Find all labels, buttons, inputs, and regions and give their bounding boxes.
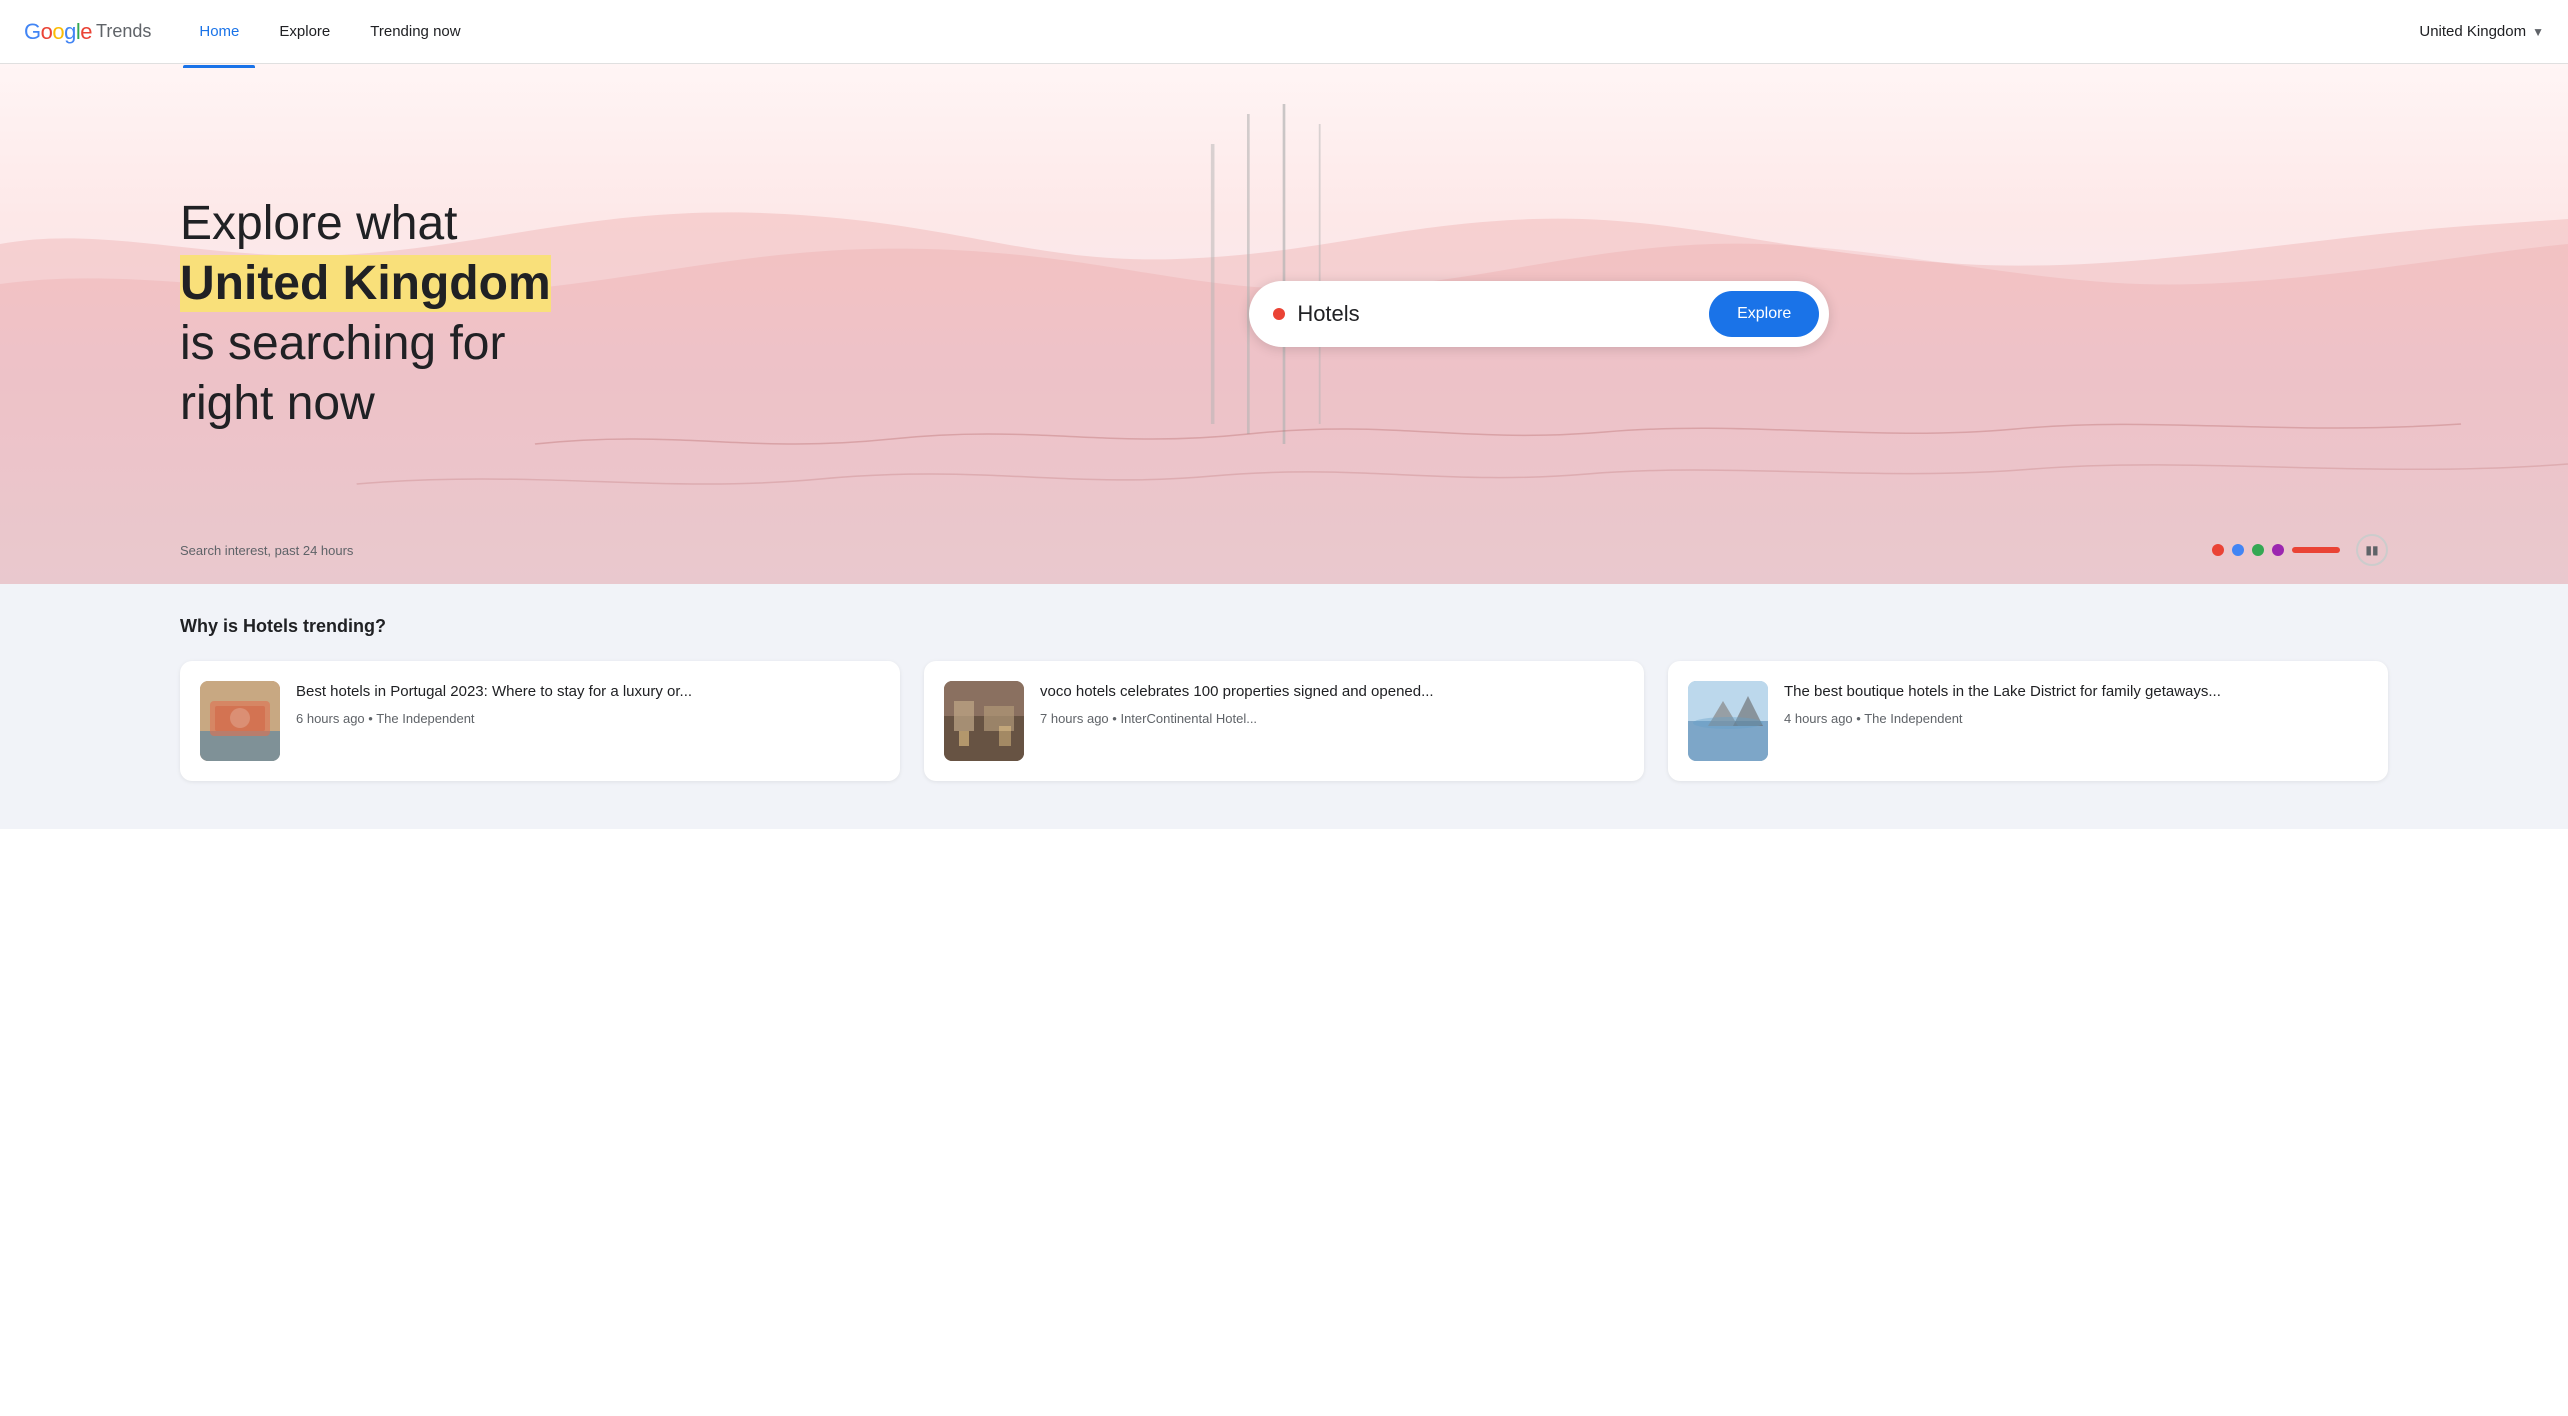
hero-headline: Explore what United Kingdom is searching… <box>180 194 551 434</box>
card-meta-2: 7 hours ago • InterContinental Hotel... <box>1040 711 1257 726</box>
logo-area: Google Trends <box>24 19 151 45</box>
headline-after: is searching forright now <box>180 317 505 430</box>
explore-button[interactable]: Explore <box>1709 291 1819 337</box>
card-meta-3: 4 hours ago • The Independent <box>1784 711 1963 726</box>
thumb-svg-3 <box>1688 681 1768 761</box>
indicator-dot-3[interactable] <box>2252 544 2264 556</box>
trending-title-keyword: Hotels <box>243 616 298 636</box>
card-thumbnail-2 <box>944 681 1024 761</box>
thumb-svg-2 <box>944 681 1024 761</box>
thumbnail-image-hotel <box>944 681 1024 761</box>
pause-button[interactable]: ▮▮ <box>2356 534 2388 566</box>
news-card-1[interactable]: Best hotels in Portugal 2023: Where to s… <box>180 661 900 781</box>
trending-title-suffix: trending? <box>298 616 386 636</box>
card-headline-1: Best hotels in Portugal 2023: Where to s… <box>296 681 692 702</box>
dropdown-arrow-icon: ▼ <box>2532 25 2544 39</box>
thumb-svg-1 <box>200 681 280 761</box>
search-dot-icon <box>1273 308 1285 320</box>
search-box-area: Explore <box>631 281 2448 347</box>
news-cards-row: Best hotels in Portugal 2023: Where to s… <box>180 661 2388 781</box>
country-selector[interactable]: United Kingdom ▼ <box>2419 23 2544 40</box>
header-right: United Kingdom ▼ <box>2419 23 2544 40</box>
thumbnail-image-lake <box>1688 681 1768 761</box>
card-text-2: voco hotels celebrates 100 properties si… <box>1040 681 1434 728</box>
google-logo: Google <box>24 19 92 45</box>
hero-content: Explore what United Kingdom is searching… <box>0 64 2568 544</box>
nav-explore[interactable]: Explore <box>263 15 346 48</box>
indicator-dot-1[interactable] <box>2212 544 2224 556</box>
card-headline-2: voco hotels celebrates 100 properties si… <box>1040 681 1434 702</box>
card-headline-3: The best boutique hotels in the Lake Dis… <box>1784 681 2221 702</box>
search-interest-bar: Search interest, past 24 hours ▮▮ <box>0 534 2568 566</box>
news-card-2[interactable]: voco hotels celebrates 100 properties si… <box>924 661 1644 781</box>
indicator-dot-4[interactable] <box>2272 544 2284 556</box>
search-box: Explore <box>1249 281 1829 347</box>
card-source-1: The Independent <box>376 711 474 726</box>
card-time-2: 7 hours ago <box>1040 711 1109 726</box>
trends-label: Trends <box>96 21 151 42</box>
header: Google Trends Home Explore Trending now … <box>0 0 2568 64</box>
indicator-dot-2[interactable] <box>2232 544 2244 556</box>
thumbnail-image-portugal <box>200 681 280 761</box>
indicator-bar-active <box>2292 547 2340 553</box>
card-text-1: Best hotels in Portugal 2023: Where to s… <box>296 681 692 728</box>
card-thumbnail-1 <box>200 681 280 761</box>
carousel-controls: ▮▮ <box>2212 534 2388 566</box>
search-interest-label: Search interest, past 24 hours <box>180 543 353 558</box>
country-label: United Kingdom <box>2419 23 2526 40</box>
hero-text: Explore what United Kingdom is searching… <box>180 194 551 434</box>
trending-title: Why is Hotels trending? <box>180 616 2388 637</box>
card-meta-1: 6 hours ago • The Independent <box>296 711 475 726</box>
card-text-3: The best boutique hotels in the Lake Dis… <box>1784 681 2221 728</box>
nav-home[interactable]: Home <box>183 15 255 48</box>
headline-before: Explore what <box>180 197 457 250</box>
card-time-3: 4 hours ago <box>1784 711 1853 726</box>
card-time-1: 6 hours ago <box>296 711 365 726</box>
card-source-3: The Independent <box>1864 711 1962 726</box>
card-thumbnail-3 <box>1688 681 1768 761</box>
trending-title-prefix: Why is <box>180 616 243 636</box>
card-source-2: InterContinental Hotel... <box>1120 711 1257 726</box>
trending-section: Why is Hotels trending? Best hotels in P… <box>0 584 2568 829</box>
nav-trending[interactable]: Trending now <box>354 15 476 48</box>
search-input[interactable] <box>1297 301 1697 327</box>
headline-highlight: United Kingdom <box>180 255 551 312</box>
main-nav: Home Explore Trending now <box>183 15 476 48</box>
hero-section: Explore what United Kingdom is searching… <box>0 64 2568 584</box>
news-card-3[interactable]: The best boutique hotels in the Lake Dis… <box>1668 661 2388 781</box>
